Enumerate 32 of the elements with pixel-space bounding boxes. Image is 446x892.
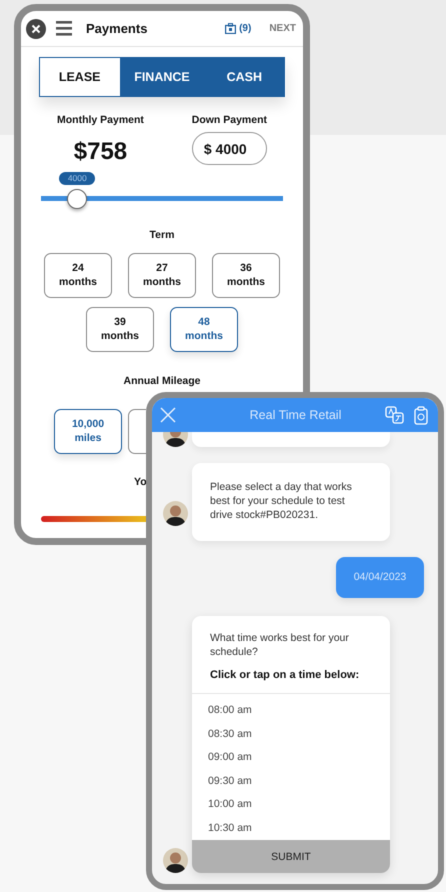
page-title: Payments <box>86 21 148 36</box>
mileage-heading: Annual Mileage <box>123 375 200 387</box>
down-payment-label: Down Payment <box>192 114 267 126</box>
term-heading: Term <box>150 229 174 241</box>
time-option[interactable]: 10:30 am <box>208 820 390 836</box>
monthly-payment-amount: $758 <box>74 138 128 166</box>
time-option[interactable]: 08:30 am <box>208 726 390 742</box>
saved-count[interactable]: (9) <box>225 23 252 34</box>
down-payment-field[interactable]: $ 4000 <box>192 132 267 165</box>
term-option[interactable]: 27 months <box>128 253 196 298</box>
submit-button[interactable]: SUBMIT <box>192 840 390 874</box>
mileage-option[interactable]: 10,000 miles <box>54 409 122 454</box>
time-option[interactable]: 09:30 am <box>208 774 390 789</box>
slider-value-bubble: 4000 <box>59 172 96 185</box>
term-option[interactable]: 39 months <box>86 307 154 352</box>
user-message: 04/04/2023 <box>336 556 424 598</box>
term-option[interactable]: 24 months <box>44 253 112 298</box>
question-text: What time works best for your schedule? <box>209 630 350 660</box>
time-option[interactable]: 09:00 am <box>208 750 390 766</box>
section-heading: Yo <box>134 476 147 488</box>
instruction-text: Click or tap on a time below: <box>192 659 390 694</box>
next-link[interactable]: NEXT <box>269 23 296 34</box>
chat-title: Real Time Retail <box>248 408 342 422</box>
payment-tab[interactable]: CASH <box>203 57 286 97</box>
monthly-payment-label: Monthly Payment <box>57 114 144 126</box>
payment-tab[interactable]: FINANCE <box>120 57 204 97</box>
time-option[interactable]: 10:00 am <box>208 797 390 812</box>
payment-tab[interactable]: LEASE <box>38 57 121 97</box>
agent-message: Please select a day that works best for your schedule to test drive stock#PB020231. <box>192 463 390 541</box>
term-option[interactable]: 36 months <box>212 253 280 298</box>
time-option[interactable]: 08:00 am <box>208 703 390 718</box>
term-option[interactable]: 48 months <box>170 307 238 352</box>
